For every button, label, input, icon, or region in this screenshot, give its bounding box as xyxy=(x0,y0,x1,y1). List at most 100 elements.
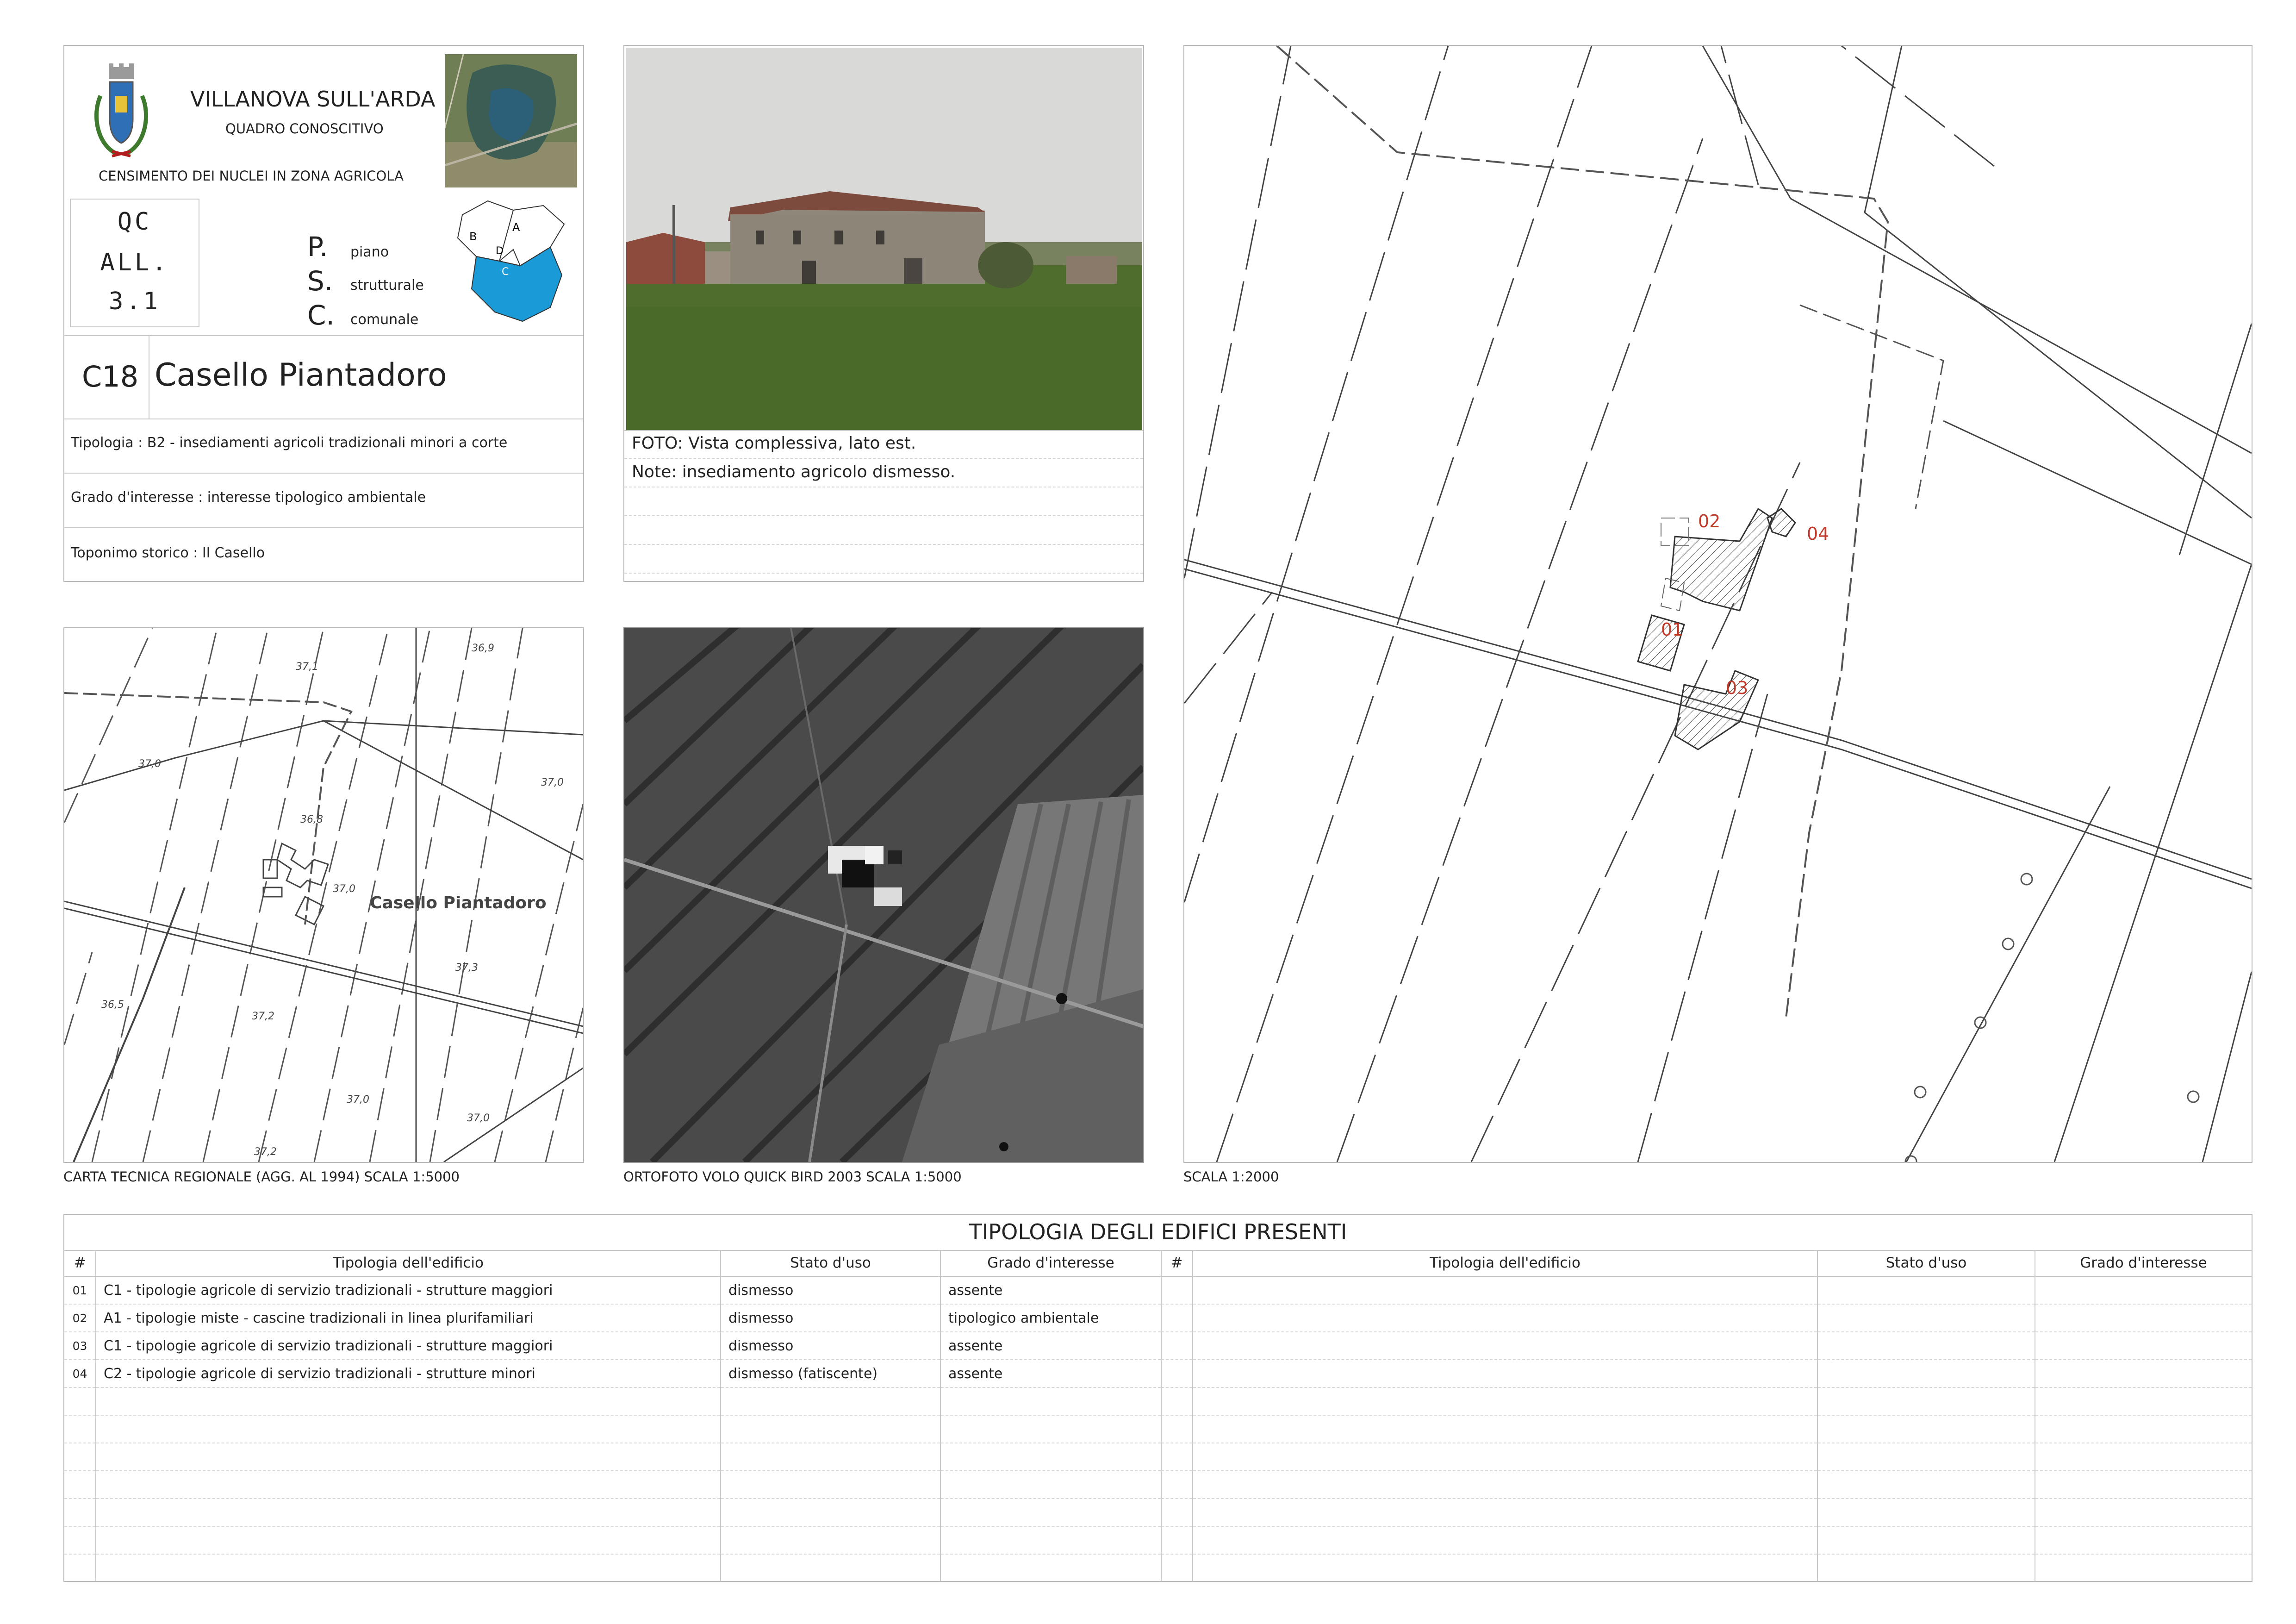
ctr-elev: 37,2 xyxy=(254,1146,277,1158)
row-num: 02 xyxy=(64,1304,96,1332)
qc-line-1: QC xyxy=(117,208,152,236)
row-tipologia: A1 - tipologie miste - cascine tradizion… xyxy=(96,1304,721,1332)
table-row-empty xyxy=(64,1526,1162,1555)
table-row-empty xyxy=(64,1387,1162,1416)
table-row-empty xyxy=(1161,1526,2252,1555)
key-map: A B C D xyxy=(457,200,565,322)
building-label-03: 03 xyxy=(1726,678,1748,698)
ctr-map-panel: Casello Piantadoro 37,1 36,9 37,0 37,0 3… xyxy=(63,627,584,1163)
psc-word-comunale: comunale xyxy=(350,312,419,328)
row-grado: assente xyxy=(940,1360,1162,1388)
row-grado: assente xyxy=(940,1332,1162,1360)
psc-letter-p: P. xyxy=(307,231,328,262)
table-row: 03 C1 - tipologie agricole di servizio t… xyxy=(64,1332,1162,1360)
row-grado: assente xyxy=(940,1276,1162,1305)
toponimo-text: Toponimo storico : Il Casello xyxy=(71,545,265,561)
row-stato: dismesso xyxy=(721,1304,941,1332)
tipologia-text: Tipologia : B2 - insediamenti agricoli t… xyxy=(71,435,508,451)
table-row-empty xyxy=(1161,1387,2252,1416)
record-name: Casello Piantadoro xyxy=(155,357,447,394)
photo-caption: FOTO: Vista complessiva, lato est. xyxy=(632,434,916,453)
table-row-empty xyxy=(1161,1304,2252,1332)
building-label-04: 04 xyxy=(1807,524,1829,544)
row-stato: dismesso (fatiscente) xyxy=(721,1360,941,1388)
row-stato: dismesso xyxy=(721,1332,941,1360)
ctr-elev: 36,9 xyxy=(472,643,494,654)
table-row-empty xyxy=(1161,1499,2252,1527)
row-stato: dismesso xyxy=(721,1276,941,1305)
table-row: 02 A1 - tipologie miste - cascine tradiz… xyxy=(64,1304,1162,1332)
key-map-label-d: D xyxy=(496,245,504,257)
ctr-caption: CARTA TECNICA REGIONALE (AGG. AL 1994) S… xyxy=(63,1169,460,1185)
row-num: 04 xyxy=(64,1360,96,1388)
table-row-empty xyxy=(1161,1360,2252,1388)
plan-panel: 01 02 03 04 xyxy=(1183,45,2252,1163)
header-card: VILLANOVA SULL'ARDA QUADRO CONOSCITIVO C… xyxy=(63,45,584,582)
col-header-tipologia: Tipologia dell'edificio xyxy=(96,1250,721,1277)
col-header-num: # xyxy=(1161,1250,1193,1277)
ortho-panel xyxy=(623,627,1144,1163)
table-title: TIPOLOGIA DEGLI EDIFICI PRESENTI xyxy=(969,1219,1347,1244)
scale-caption: SCALA 1:2000 xyxy=(1183,1169,1279,1185)
table-row: 01 C1 - tipologie agricole di servizio t… xyxy=(64,1276,1162,1305)
col-header-stato: Stato d'uso xyxy=(1817,1250,2035,1277)
row-tipologia: C2 - tipologie agricole di servizio trad… xyxy=(96,1360,721,1388)
table-row-empty xyxy=(64,1415,1162,1443)
photo-note: Note: insediamento agricolo dismesso. xyxy=(632,462,956,481)
psc-word-piano: piano xyxy=(350,244,389,260)
key-map-label-a: A xyxy=(512,221,520,234)
table-row-empty xyxy=(1161,1554,2252,1581)
qc-line-2: ALL. xyxy=(100,249,169,276)
municipality-name: VILLANOVA SULL'ARDA xyxy=(190,87,436,112)
table-row-empty xyxy=(1161,1471,2252,1499)
table-row-empty xyxy=(1161,1332,2252,1360)
table-row-empty xyxy=(1161,1415,2252,1443)
row-num: 01 xyxy=(64,1276,96,1305)
aerial-thumbnail xyxy=(445,54,577,187)
col-header-tipologia: Tipologia dell'edificio xyxy=(1193,1250,1818,1277)
buildings-table-card: TIPOLOGIA DEGLI EDIFICI PRESENTI # Tipol… xyxy=(63,1214,2252,1582)
ctr-elev: 37,0 xyxy=(467,1112,490,1124)
ctr-elev: 37,0 xyxy=(138,758,161,770)
photo-card: FOTO: Vista complessiva, lato est. Note:… xyxy=(623,45,1144,582)
row-num: 03 xyxy=(64,1332,96,1360)
row-tipologia: C1 - tipologie agricole di servizio trad… xyxy=(96,1276,721,1305)
qc-line-3: 3.1 xyxy=(109,287,161,315)
qc-box: QC ALL. 3.1 xyxy=(70,199,199,327)
grado-text: Grado d'interesse : interesse tipologico… xyxy=(71,489,426,506)
psc-word-strutturale: strutturale xyxy=(350,277,424,294)
header-subtitle: QUADRO CONOSCITIVO xyxy=(225,121,384,137)
ctr-elev: 36,8 xyxy=(300,814,323,825)
ctr-map: Casello Piantadoro 37,1 36,9 37,0 37,0 3… xyxy=(64,628,583,1162)
table-row-empty xyxy=(64,1499,1162,1527)
key-map-label-b: B xyxy=(469,230,477,243)
table-row: 04 C2 - tipologie agricole di servizio t… xyxy=(64,1360,1162,1388)
col-header-grado: Grado d'interesse xyxy=(940,1250,1162,1277)
record-code: C18 xyxy=(82,360,139,394)
ctr-place-label: Casello Piantadoro xyxy=(370,893,547,912)
psc-letter-s: S. xyxy=(307,265,333,297)
table-row-empty xyxy=(1161,1443,2252,1471)
row-grado: tipologico ambientale xyxy=(940,1304,1162,1332)
site-photo xyxy=(626,48,1142,431)
ctr-elev: 37,0 xyxy=(347,1094,369,1106)
table-row-empty xyxy=(64,1554,1162,1581)
site-plan: 01 02 03 04 xyxy=(1184,46,2252,1162)
row-tipologia: C1 - tipologie agricole di servizio trad… xyxy=(96,1332,721,1360)
col-header-stato: Stato d'uso xyxy=(721,1250,941,1277)
key-map-label-c: C xyxy=(502,266,509,278)
building-label-02: 02 xyxy=(1698,511,1720,531)
building-label-01: 01 xyxy=(1661,619,1683,640)
ctr-elev: 37,3 xyxy=(455,962,478,974)
psc-letter-c: C. xyxy=(307,300,335,331)
ctr-elev: 37,1 xyxy=(296,661,318,673)
census-title: CENSIMENTO DEI NUCLEI IN ZONA AGRICOLA xyxy=(99,168,404,184)
ctr-elev: 37,2 xyxy=(252,1011,274,1022)
ctr-elev: 37,0 xyxy=(333,883,355,895)
table-row-empty xyxy=(64,1443,1162,1471)
table-row-empty xyxy=(1161,1276,2252,1305)
ortho-caption: ORTOFOTO VOLO QUICK BIRD 2003 SCALA 1:50… xyxy=(623,1169,962,1185)
ctr-elev: 36,5 xyxy=(101,999,124,1011)
coat-of-arms-icon xyxy=(94,63,149,157)
col-header-num: # xyxy=(64,1250,96,1277)
